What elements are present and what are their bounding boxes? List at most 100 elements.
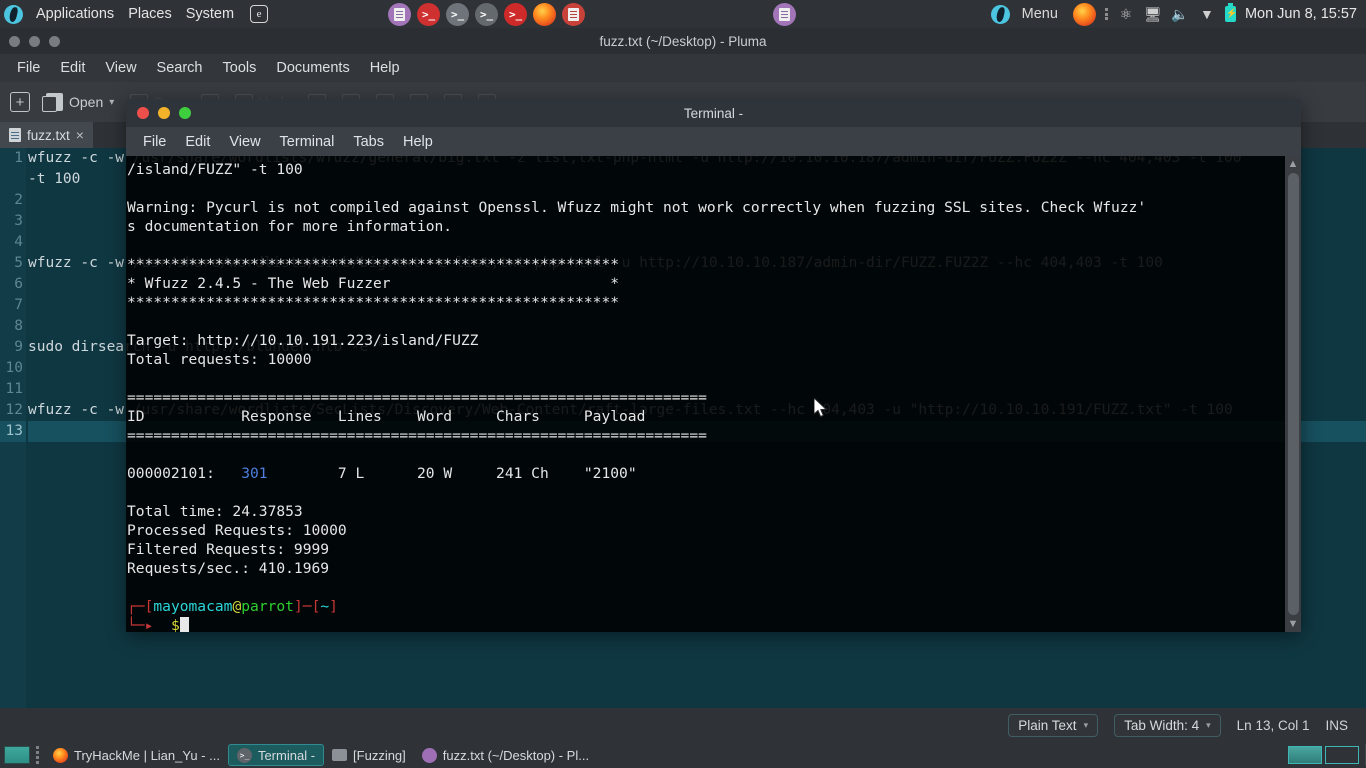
menu-button-label: Menu	[1021, 6, 1058, 22]
pluma-menubar[interactable]: File Edit View Search Tools Documents He…	[0, 54, 1366, 82]
mate-logo-icon[interactable]	[4, 4, 23, 24]
scrollbar-thumb[interactable]	[1287, 173, 1299, 615]
line-number: 11	[5, 381, 23, 397]
show-desktop-button[interactable]	[4, 746, 30, 764]
line-number: 10	[5, 360, 23, 376]
tab-width-label: Tab Width: 4	[1124, 717, 1200, 733]
pluma-title-label: fuzz.txt (~/Desktop) - Pluma	[599, 33, 767, 49]
pluma-menu-help[interactable]: Help	[361, 57, 409, 79]
close-icon[interactable]: ×	[76, 127, 84, 143]
new-document-button[interactable]: +	[10, 92, 30, 112]
clock-label[interactable]: Mon Jun 8, 15:57	[1245, 6, 1357, 22]
terminal-output-area[interactable]: /island/FUZZ" -t 100 Warning: Pycurl is …	[126, 156, 1301, 632]
pluma-menu-search[interactable]: Search	[148, 57, 212, 79]
desktop-root: fuzz.txt (~/Desktop) - Pluma File Edit V…	[0, 0, 1366, 768]
notes-launcher[interactable]	[562, 2, 586, 26]
chevron-up-icon[interactable]: ▲	[1288, 158, 1299, 170]
mate-menu-icon	[990, 4, 1010, 24]
dots-menu-icon[interactable]	[1104, 8, 1108, 20]
line-number: 7	[14, 297, 23, 313]
line-number: 6	[14, 276, 23, 292]
top-panel-left: Applications Places System e >_ >_ >_ >_	[0, 2, 586, 26]
pluma-titlebar[interactable]: fuzz.txt (~/Desktop) - Pluma	[0, 28, 1366, 54]
places-menu[interactable]: Places	[121, 3, 179, 25]
text-editor-indicator[interactable]	[773, 2, 797, 26]
task-button-firefox[interactable]: TryHackMe | Lian_Yu - ...	[45, 744, 228, 766]
terminal-menu-file[interactable]: File	[134, 131, 175, 153]
volume-icon[interactable]: 🔈	[1171, 6, 1189, 22]
terminal-title-label: Terminal -	[683, 105, 744, 121]
pluma-menu-tools[interactable]: Tools	[214, 57, 266, 79]
pluma-icon	[421, 747, 437, 763]
top-panel: Applications Places System e >_ >_ >_ >_…	[0, 0, 1366, 28]
chevron-down-icon: ▾	[1206, 719, 1211, 730]
line-number: 12	[5, 402, 23, 418]
pluma-statusbar: Plain Text ▾ Tab Width: 4 ▾ Ln 13, Col 1…	[0, 708, 1366, 742]
chevron-down-icon[interactable]: ▼	[1288, 618, 1299, 630]
terminal-titlebar[interactable]: Terminal -	[126, 99, 1301, 127]
document-tab-fuzz[interactable]: fuzz.txt ×	[0, 122, 93, 148]
workspace-switcher[interactable]	[1288, 746, 1365, 764]
document-tab-label: fuzz.txt	[27, 127, 70, 143]
firefox-icon	[53, 747, 68, 763]
menu-button[interactable]: Menu	[985, 3, 1064, 26]
terminal-menu-edit[interactable]: Edit	[176, 131, 219, 153]
line-number: 4	[14, 234, 23, 250]
line-number: 1	[14, 150, 23, 166]
anonsurf-icon[interactable]: e	[250, 5, 269, 23]
document-icon	[394, 7, 406, 21]
document-icon	[779, 7, 791, 21]
task-button-pluma[interactable]: fuzz.txt (~/Desktop) - Pl...	[414, 744, 597, 766]
terminal-gray-launcher[interactable]: >_	[446, 2, 470, 26]
terminal-root-launcher[interactable]: >_	[504, 2, 528, 26]
text-editor-launcher[interactable]	[388, 2, 412, 26]
panel-launchers: >_ >_ >_ >_	[388, 2, 586, 26]
folder-icon	[332, 749, 348, 761]
taskbar-grip[interactable]	[36, 746, 39, 764]
terminal-red-launcher[interactable]: >_	[417, 2, 441, 26]
firefox-launcher[interactable]	[533, 2, 557, 26]
terminal-menubar[interactable]: File Edit View Terminal Tabs Help	[126, 127, 1301, 156]
terminal-menu-terminal[interactable]: Terminal	[271, 131, 344, 153]
firefox-tray-icon[interactable]	[1072, 2, 1096, 26]
pluma-menu-documents[interactable]: Documents	[267, 57, 358, 79]
workspace-1[interactable]	[1288, 746, 1322, 764]
terminal-menu-help[interactable]: Help	[394, 131, 442, 153]
wifi-icon[interactable]: ▼	[1198, 6, 1216, 22]
line-number: 9	[14, 339, 23, 355]
open-button[interactable]: Open ▾	[42, 93, 114, 112]
language-selector[interactable]: Plain Text ▾	[1008, 713, 1099, 737]
display-icon[interactable]: 🖥	[1144, 6, 1162, 22]
terminal-scrollbar[interactable]: ▲ ▼	[1285, 156, 1301, 632]
bluetooth-icon[interactable]: ⚛	[1117, 6, 1135, 22]
terminal-window: Terminal - File Edit View Terminal Tabs …	[126, 99, 1301, 632]
system-menu[interactable]: System	[179, 3, 241, 25]
battery-icon[interactable]	[1224, 3, 1236, 22]
notes-icon	[568, 7, 580, 21]
pluma-menu-view[interactable]: View	[96, 57, 145, 79]
task-button-label: Terminal -	[257, 747, 316, 763]
line-number: 2	[14, 192, 23, 208]
terminal-menu-tabs[interactable]: Tabs	[344, 131, 393, 153]
tab-width-selector[interactable]: Tab Width: 4 ▾	[1114, 713, 1221, 737]
pluma-menu-edit[interactable]: Edit	[51, 57, 94, 79]
line-number: 5	[14, 255, 23, 271]
applications-menu[interactable]: Applications	[29, 3, 121, 25]
open-button-label: Open	[69, 94, 104, 110]
pluma-menu-file[interactable]: File	[8, 57, 49, 79]
insert-mode-label: INS	[1325, 717, 1348, 733]
task-button-label: [Fuzzing]	[353, 747, 406, 763]
top-panel-center	[585, 2, 985, 26]
terminal-multi-launcher[interactable]: >_	[475, 2, 499, 26]
line-number-wrap	[0, 169, 26, 190]
open-folder-icon	[42, 93, 63, 112]
language-label: Plain Text	[1018, 717, 1077, 733]
task-button-terminal[interactable]: >_ Terminal -	[227, 744, 325, 766]
chevron-down-icon: ▾	[1083, 719, 1089, 730]
terminal-text: /island/FUZZ" -t 100 Warning: Pycurl is …	[127, 161, 1147, 632]
workspace-2[interactable]	[1325, 746, 1359, 764]
terminal-menu-view[interactable]: View	[220, 131, 269, 153]
line-number: 13	[0, 421, 26, 442]
task-button-fuzzing-folder[interactable]: [Fuzzing]	[324, 744, 414, 766]
top-panel-right: Menu ⚛ 🖥 🔈 ▼ Mon Jun 8, 15:57	[985, 2, 1366, 26]
